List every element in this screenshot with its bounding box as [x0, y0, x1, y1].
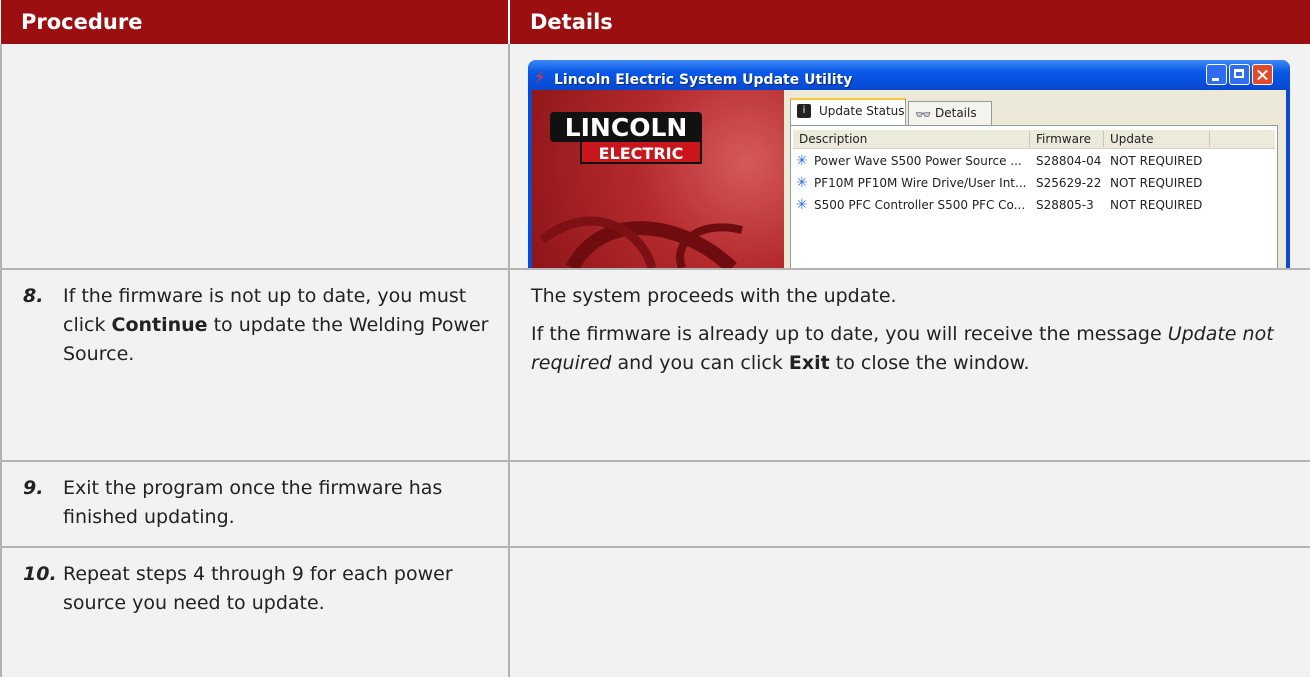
table-row-step-10: 10. Repeat steps 4 through 9 for each po…: [0, 547, 1310, 677]
step-number: 9.: [23, 477, 44, 499]
step-8: 8. If the firmware is not up to date, yo…: [3, 271, 507, 369]
list-item[interactable]: ✳ Power Wave S500 Power Source ... S2880…: [793, 150, 1275, 172]
header-procedure: Procedure: [1, 0, 510, 44]
lightning-icon: ⚡: [534, 68, 546, 88]
header-details: Details: [509, 0, 1310, 44]
step-text: Repeat steps 4 through 9 for each power …: [63, 563, 453, 614]
column-description[interactable]: Description: [793, 131, 1030, 147]
tab-update-status[interactable]: i Update Status: [790, 98, 906, 125]
exit-term: Exit: [788, 352, 830, 374]
step-9: 9. Exit the program once the firmware ha…: [3, 463, 507, 532]
table-row-step-9: 9. Exit the program once the firmware ha…: [0, 461, 1310, 548]
details-paragraph: The system proceeds with the update.: [531, 285, 897, 307]
tab-details-label: Details: [935, 106, 977, 120]
list-item[interactable]: ✳ S500 PFC Controller S500 PFC Co... S28…: [793, 194, 1275, 216]
details-text-part: and you can click: [611, 352, 789, 374]
procedure-table: Procedure Details ⚡ Lincoln Electric Sys…: [0, 0, 1310, 677]
item-update: NOT REQUIRED: [1110, 154, 1203, 168]
list-rows: ✳ Power Wave S500 Power Source ... S2880…: [793, 150, 1275, 216]
firmware-list: Description Firmware Update ✳ Power Wave…: [790, 125, 1278, 268]
item-update: NOT REQUIRED: [1110, 198, 1203, 212]
maximize-button[interactable]: [1229, 64, 1250, 85]
procedure-cell: 9. Exit the program once the firmware ha…: [0, 461, 510, 548]
procedure-cell: 8. If the firmware is not up to date, yo…: [0, 269, 510, 462]
screenshot-cell: ⚡ Lincoln Electric System Update Utility…: [509, 44, 1310, 270]
status-panel: i Update Status 👓 Details Description Fi…: [784, 90, 1286, 268]
item-firmware: S28804-04: [1036, 154, 1102, 168]
column-update[interactable]: Update: [1104, 131, 1210, 147]
logo-lincoln: LINCOLN: [550, 112, 702, 142]
details-text-part: If the firmware is already up to date, y…: [531, 323, 1168, 345]
item-description: S500 PFC Controller S500 PFC Co...: [814, 198, 1026, 212]
details-cell: [509, 547, 1310, 677]
tab-update-status-label: Update Status: [819, 104, 905, 118]
close-button[interactable]: [1252, 64, 1273, 85]
details-text-part: to close the window.: [829, 352, 1030, 374]
step-10: 10. Repeat steps 4 through 9 for each po…: [3, 549, 507, 618]
table-header-row: Procedure Details: [1, 0, 1310, 44]
status-star-icon: ✳: [796, 153, 808, 169]
details-cell: The system proceeds with the update. If …: [509, 269, 1310, 462]
lincoln-electric-logo: LINCOLN ELECTRIC: [550, 112, 702, 168]
step-number: 10.: [23, 563, 57, 585]
details-paragraph: If the firmware is already up to date, y…: [511, 311, 1310, 378]
item-firmware: S28805-3: [1036, 198, 1094, 212]
continue-term: Continue: [111, 314, 208, 336]
list-item[interactable]: ✳ PF10M PF10M Wire Drive/User Int... S25…: [793, 172, 1275, 194]
minimize-button[interactable]: [1206, 64, 1227, 85]
logo-electric: ELECTRIC: [580, 140, 702, 164]
status-star-icon: ✳: [796, 197, 808, 213]
list-header: Description Firmware Update: [793, 130, 1275, 149]
item-description: Power Wave S500 Power Source ...: [814, 154, 1022, 168]
glasses-icon: 👓: [915, 108, 932, 123]
item-description: PF10M PF10M Wire Drive/User Int...: [814, 176, 1027, 190]
tab-details[interactable]: 👓 Details: [908, 101, 992, 125]
info-icon: i: [797, 104, 811, 118]
column-firmware[interactable]: Firmware: [1030, 131, 1104, 147]
table-row-step-8: 8. If the firmware is not up to date, yo…: [0, 269, 1310, 462]
brand-panel: LINCOLN ELECTRIC: [532, 90, 784, 268]
procedure-cell: 10. Repeat steps 4 through 9 for each po…: [0, 547, 510, 677]
item-update: NOT REQUIRED: [1110, 176, 1203, 190]
details-cell: [509, 461, 1310, 548]
table-row-screenshot: ⚡ Lincoln Electric System Update Utility…: [0, 44, 1310, 270]
window-titlebar: ⚡ Lincoln Electric System Update Utility: [528, 60, 1290, 90]
step-text: Exit the program once the firmware has f…: [63, 477, 443, 528]
status-star-icon: ✳: [796, 175, 808, 191]
step-text: If the firmware is not up to date, you m…: [63, 282, 493, 369]
step-number: 8.: [23, 285, 44, 307]
item-firmware: S25629-22: [1036, 176, 1102, 190]
update-utility-window: ⚡ Lincoln Electric System Update Utility…: [528, 60, 1290, 268]
empty-procedure-cell: [0, 44, 510, 270]
